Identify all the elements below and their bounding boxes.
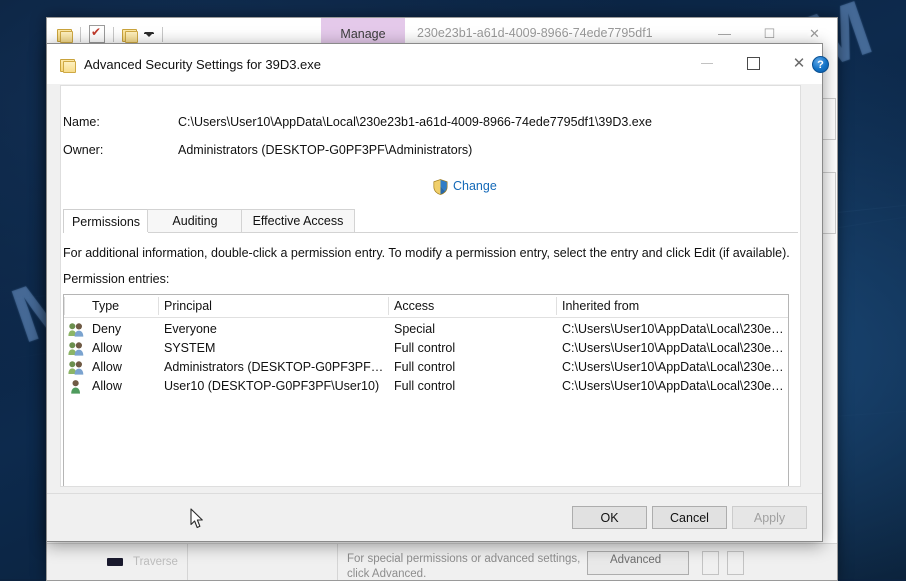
apply-button[interactable]: Apply [732,506,807,529]
row-inherited-from: C:\Users\User10\AppData\Local\230e23b1-a… [556,339,788,358]
background-list-icon [107,558,123,566]
advanced-security-settings-dialog[interactable]: Advanced Security Settings for 39D3.exe … [46,43,823,542]
column-header-access[interactable]: Access [388,295,556,317]
permission-entries-label: Permission entries: [63,272,169,286]
owner-field-value: Administrators (DESKTOP-G0PF3PF\Administ… [178,143,472,157]
table-row[interactable]: Allow Administrators (DESKTOP-G0PF3PF\Ad… [64,358,788,377]
properties-icon[interactable] [89,25,105,43]
info-text: For additional information, double-click… [63,246,790,260]
row-principal: Everyone [158,320,386,339]
name-field-value: C:\Users\User10\AppData\Local\230e23b1-a… [178,115,652,129]
toolbar-divider [80,27,81,42]
column-header-inherited-from[interactable]: Inherited from [556,295,786,317]
ok-button[interactable]: OK [572,506,647,529]
group-icon [68,341,84,356]
row-type: Allow [86,339,158,358]
row-inherited-from: C:\Users\User10\AppData\Local\230e23b1-a… [556,320,788,339]
change-owner-link[interactable]: Change [453,179,497,193]
row-access: Full control [388,377,554,396]
row-access: Special [388,320,554,339]
column-header-type[interactable]: Type [86,295,158,317]
row-principal: SYSTEM [158,339,386,358]
row-inherited-from: C:\Users\User10\AppData\Local\230e23b1-a… [556,377,788,396]
dialog-maximize-button[interactable] [730,44,776,82]
group-icon [68,360,84,375]
help-button[interactable]: ? [812,56,829,73]
owner-field-label: Owner: [63,143,103,157]
column-divider [64,297,65,315]
dialog-titlebar[interactable]: Advanced Security Settings for 39D3.exe … [47,44,822,84]
folder-icon[interactable] [57,28,72,41]
permission-entries-listview[interactable]: Type Principal Access Inherited from Den… [63,294,789,487]
toolbar-divider [162,27,163,42]
cancel-button[interactable]: Cancel [652,506,727,529]
dialog-window-controls[interactable]: ✕ [684,44,822,82]
column-header-principal[interactable]: Principal [158,295,388,317]
dialog-minimize-button[interactable] [684,44,730,82]
background-advanced-button-label: Advanced [610,554,661,566]
tab-auditing[interactable]: Auditing [147,209,243,232]
dialog-title-group: Advanced Security Settings for 39D3.exe [60,44,321,84]
table-row[interactable]: Allow SYSTEM Full control C:\Users\User1… [64,339,788,358]
table-row[interactable]: Deny Everyone Special C:\Users\User10\Ap… [64,320,788,339]
background-column-divider [337,544,338,580]
tab-permissions[interactable]: Permissions [63,209,149,233]
toolbar-divider [113,27,114,42]
name-field-label: Name: [63,115,100,129]
row-access: Full control [388,358,554,377]
background-advanced-text-line1: For special permissions or advanced sett… [347,553,580,565]
background-ghost-button[interactable] [727,551,744,575]
row-inherited-from: C:\Users\User10\AppData\Local\230e23b1-a… [556,358,788,377]
background-advanced-text-line2: click Advanced. [347,568,426,580]
dialog-title: Advanced Security Settings for 39D3.exe [84,57,321,72]
background-ghost-label: Traverse [133,556,178,568]
row-principal: User10 (DESKTOP-G0PF3PF\User10) [158,377,386,396]
tab-effective-access[interactable]: Effective Access [241,209,355,232]
row-type: Allow [86,377,158,396]
dialog-footer: OK Cancel Apply [47,494,822,541]
row-type: Allow [86,358,158,377]
background-ghost-button[interactable] [702,551,719,575]
listview-header[interactable]: Type Principal Access Inherited from [64,295,788,318]
row-access: Full control [388,339,554,358]
tab-strip[interactable]: Permissions Auditing Effective Access [63,209,798,233]
row-principal: Administrators (DESKTOP-G0PF3PF\Admini..… [158,358,386,377]
folder-icon [60,58,75,71]
uac-shield-icon [433,179,448,195]
row-type: Deny [86,320,158,339]
background-properties-strip: Traverse For special permissions or adva… [47,543,837,580]
group-icon [68,322,84,337]
new-folder-icon[interactable] [122,28,137,41]
table-row[interactable]: Allow User10 (DESKTOP-G0PF3PF\User10) Fu… [64,377,788,396]
background-column-divider [187,544,188,580]
user-icon [68,379,84,394]
chevron-down-icon[interactable] [144,32,154,37]
dialog-content-panel: Name: C:\Users\User10\AppData\Local\230e… [60,85,801,487]
